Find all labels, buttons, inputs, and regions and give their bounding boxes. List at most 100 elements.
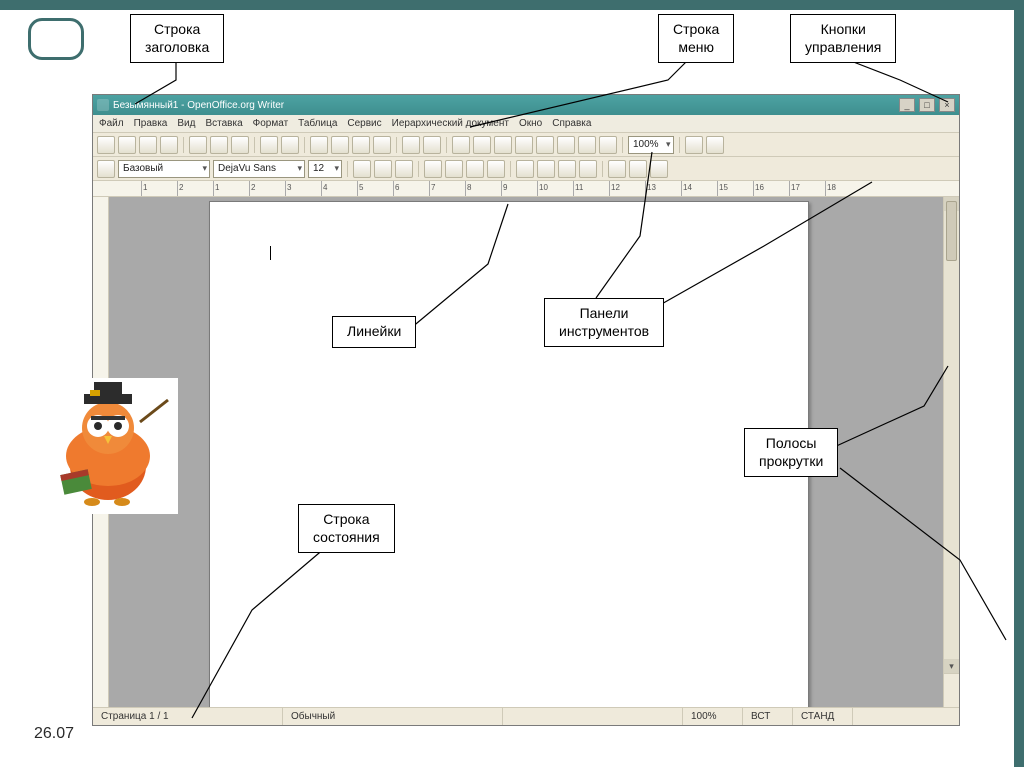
align-center-icon[interactable] [445, 160, 463, 178]
maximize-button[interactable]: □ [919, 98, 935, 112]
status-std[interactable]: СТАНД [793, 708, 853, 725]
separator [347, 161, 348, 177]
hyperlink-icon[interactable] [452, 136, 470, 154]
status-style: Обычный [283, 708, 503, 725]
gallery-icon[interactable] [557, 136, 575, 154]
slide-corner-decoration [28, 18, 84, 60]
email-icon[interactable] [160, 136, 178, 154]
scroll-down-icon[interactable]: ▾ [944, 659, 959, 673]
menu-item[interactable]: Справка [552, 118, 591, 129]
separator [254, 137, 255, 153]
font-size-combo[interactable]: 12 [308, 160, 342, 178]
help-icon[interactable] [685, 136, 703, 154]
app-icon [97, 99, 109, 111]
formatting-toolbar: Базовый DejaVu Sans 12 [93, 157, 959, 181]
new-doc-icon[interactable] [97, 136, 115, 154]
align-justify-icon[interactable] [487, 160, 505, 178]
bold-icon[interactable] [353, 160, 371, 178]
separator [602, 161, 603, 177]
bg-color-icon[interactable] [650, 160, 668, 178]
highlight-icon[interactable] [629, 160, 647, 178]
separator [510, 161, 511, 177]
separator [183, 137, 184, 153]
datasource-icon[interactable] [578, 136, 596, 154]
label-status-bar: Строка состояния [298, 504, 395, 553]
find-icon[interactable] [515, 136, 533, 154]
status-spacer [503, 708, 683, 725]
close-button[interactable]: × [939, 98, 955, 112]
title-bar: Безымянный1 - OpenOffice.org Writer _ □ … [93, 95, 959, 115]
indent-dec-icon[interactable] [558, 160, 576, 178]
status-insert[interactable]: ВСТ [743, 708, 793, 725]
label-rulers: Линейки [332, 316, 416, 348]
italic-icon[interactable] [374, 160, 392, 178]
slide-border-right [1014, 0, 1024, 767]
separator [679, 137, 680, 153]
status-zoom[interactable]: 100% [683, 708, 743, 725]
window-title: Безымянный1 - OpenOffice.org Writer [113, 100, 895, 111]
owl-mascot-image [36, 378, 178, 514]
slide-date: 26.07 [34, 725, 74, 743]
status-bar: Страница 1 / 1 Обычный 100% ВСТ СТАНД [93, 707, 959, 725]
scroll-thumb[interactable] [946, 201, 957, 261]
numbering-icon[interactable] [516, 160, 534, 178]
menu-item[interactable]: Правка [134, 118, 168, 129]
font-color-icon[interactable] [608, 160, 626, 178]
navigator-icon[interactable] [536, 136, 554, 154]
separator [396, 137, 397, 153]
indent-inc-icon[interactable] [579, 160, 597, 178]
label-toolbars: Панели инструментов [544, 298, 664, 347]
spellcheck-icon[interactable] [260, 136, 278, 154]
menu-item[interactable]: Окно [519, 118, 542, 129]
separator [446, 137, 447, 153]
separator [418, 161, 419, 177]
close-doc-icon[interactable] [706, 136, 724, 154]
open-icon[interactable] [118, 136, 136, 154]
label-scrollbars: Полосы прокрутки [744, 428, 838, 477]
print-icon[interactable] [210, 136, 228, 154]
menu-item[interactable]: Вставка [205, 118, 242, 129]
text-cursor [270, 246, 271, 260]
copy-icon[interactable] [331, 136, 349, 154]
redo-icon[interactable] [423, 136, 441, 154]
align-left-icon[interactable] [424, 160, 442, 178]
menu-item[interactable]: Иерархический документ [392, 118, 509, 129]
cut-icon[interactable] [310, 136, 328, 154]
page-nav-buttons[interactable] [944, 673, 959, 707]
autospell-icon[interactable] [281, 136, 299, 154]
label-control-buttons: Кнопки управления [790, 14, 896, 63]
menu-item[interactable]: Файл [99, 118, 124, 129]
styles-icon[interactable] [97, 160, 115, 178]
standard-toolbar: 100% [93, 133, 959, 157]
zoom-combo[interactable]: 100% [628, 136, 674, 154]
style-combo[interactable]: Базовый [118, 160, 210, 178]
label-title-bar: Строка заголовка [130, 14, 224, 63]
label-menu-bar: Строка меню [658, 14, 734, 63]
vertical-scrollbar[interactable]: ▴ ▾ [943, 197, 959, 707]
nonprint-icon[interactable] [599, 136, 617, 154]
preview-icon[interactable] [231, 136, 249, 154]
pdf-icon[interactable] [189, 136, 207, 154]
bullets-icon[interactable] [537, 160, 555, 178]
minimize-button[interactable]: _ [899, 98, 915, 112]
status-page: Страница 1 / 1 [93, 708, 283, 725]
menu-item[interactable]: Сервис [347, 118, 381, 129]
font-combo[interactable]: DejaVu Sans [213, 160, 305, 178]
separator [622, 137, 623, 153]
format-paint-icon[interactable] [373, 136, 391, 154]
slide-border-top [0, 0, 1024, 10]
paste-icon[interactable] [352, 136, 370, 154]
align-right-icon[interactable] [466, 160, 484, 178]
undo-icon[interactable] [402, 136, 420, 154]
menu-item[interactable]: Таблица [298, 118, 337, 129]
save-icon[interactable] [139, 136, 157, 154]
underline-icon[interactable] [395, 160, 413, 178]
menu-item[interactable]: Вид [177, 118, 195, 129]
table-icon[interactable] [473, 136, 491, 154]
horizontal-ruler[interactable]: 12123456789101112131415161718 [93, 181, 959, 197]
separator [304, 137, 305, 153]
menu-item[interactable]: Формат [253, 118, 289, 129]
document-page[interactable] [209, 201, 809, 707]
menu-bar: Файл Правка Вид Вставка Формат Таблица С… [93, 115, 959, 133]
drawing-icon[interactable] [494, 136, 512, 154]
